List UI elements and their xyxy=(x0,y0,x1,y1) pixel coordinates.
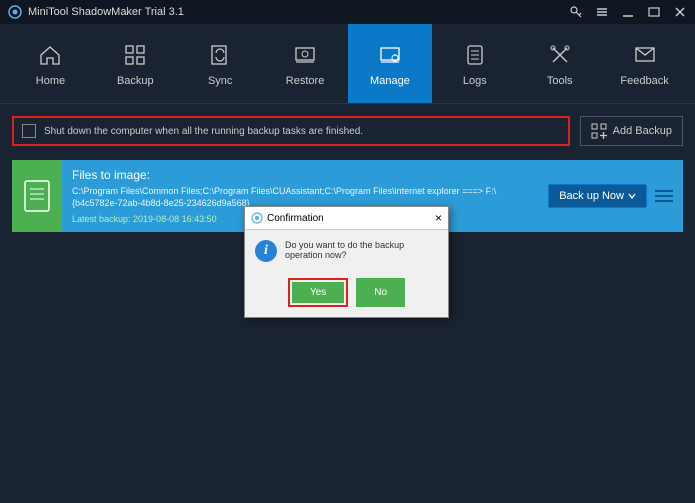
chevron-down-icon xyxy=(628,192,636,200)
task-type-icon xyxy=(12,160,62,232)
titlebar: MiniTool ShadowMaker Trial 3.1 xyxy=(0,0,695,24)
shutdown-option[interactable]: Shut down the computer when all the runn… xyxy=(12,116,570,146)
dialog-buttons: Yes No xyxy=(245,272,448,317)
no-button[interactable]: No xyxy=(356,278,405,307)
nav-sync[interactable]: Sync xyxy=(178,24,263,103)
nav-label: Sync xyxy=(208,75,232,87)
feedback-icon xyxy=(631,41,659,69)
close-icon[interactable] xyxy=(673,5,687,19)
yes-button[interactable]: Yes xyxy=(292,282,344,303)
add-backup-label: Add Backup xyxy=(613,125,672,137)
backup-icon xyxy=(121,41,149,69)
backup-now-label: Back up Now xyxy=(559,190,624,202)
task-title: Files to image: xyxy=(72,168,528,182)
nav-backup[interactable]: Backup xyxy=(93,24,178,103)
dialog-title: Confirmation xyxy=(267,213,324,224)
task-actions: Back up Now xyxy=(538,160,683,232)
dialog-body: i Do you want to do the backup operation… xyxy=(245,230,448,272)
dialog-close-icon[interactable]: × xyxy=(435,211,442,225)
nav-logs[interactable]: Logs xyxy=(432,24,517,103)
minimize-icon[interactable] xyxy=(621,5,635,19)
dialog-titlebar: Confirmation × xyxy=(245,207,448,230)
key-icon[interactable] xyxy=(569,5,583,19)
confirmation-dialog: Confirmation × i Do you want to do the b… xyxy=(244,206,449,318)
nav-label: Restore xyxy=(286,75,325,87)
backup-now-button[interactable]: Back up Now xyxy=(548,184,647,208)
shutdown-checkbox[interactable] xyxy=(22,124,36,138)
sync-icon xyxy=(206,41,234,69)
nav-label: Home xyxy=(36,75,65,87)
nav-restore[interactable]: Restore xyxy=(263,24,348,103)
nav-label: Backup xyxy=(117,75,154,87)
top-row: Shut down the computer when all the runn… xyxy=(12,116,683,146)
dialog-logo-icon xyxy=(251,212,263,224)
home-icon xyxy=(36,41,64,69)
dialog-message: Do you want to do the backup operation n… xyxy=(285,240,438,260)
nav-manage[interactable]: Manage xyxy=(348,24,433,103)
nav-label: Logs xyxy=(463,75,487,87)
nav-label: Feedback xyxy=(620,75,668,87)
main-nav: Home Backup Sync Restore Manage Logs Too… xyxy=(0,24,695,104)
app-window: MiniTool ShadowMaker Trial 3.1 Home Back… xyxy=(0,0,695,503)
app-title: MiniTool ShadowMaker Trial 3.1 xyxy=(28,6,184,18)
nav-label: Tools xyxy=(547,75,573,87)
nav-home[interactable]: Home xyxy=(8,24,93,103)
maximize-icon[interactable] xyxy=(647,5,661,19)
yes-highlight: Yes xyxy=(288,278,348,307)
shutdown-label: Shut down the computer when all the runn… xyxy=(44,126,363,137)
add-backup-button[interactable]: Add Backup xyxy=(580,116,683,146)
add-backup-icon xyxy=(591,123,607,139)
restore-icon xyxy=(291,41,319,69)
manage-icon xyxy=(376,41,404,69)
logs-icon xyxy=(461,41,489,69)
app-logo-icon xyxy=(8,5,22,19)
nav-label: Manage xyxy=(370,75,410,87)
nav-feedback[interactable]: Feedback xyxy=(602,24,687,103)
nav-tools[interactable]: Tools xyxy=(517,24,602,103)
menu-icon[interactable] xyxy=(595,5,609,19)
task-menu-icon[interactable] xyxy=(655,189,673,203)
window-controls xyxy=(569,5,687,19)
tools-icon xyxy=(546,41,574,69)
info-icon: i xyxy=(255,240,277,262)
